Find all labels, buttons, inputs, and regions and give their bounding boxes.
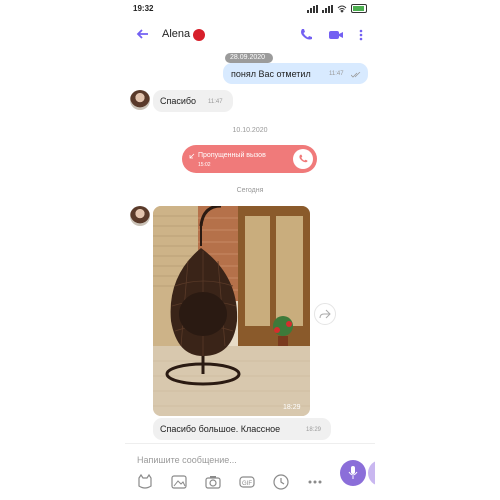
lips-emoji-icon (193, 29, 205, 41)
phone-call-icon[interactable] (299, 28, 313, 42)
outgoing-message[interactable]: понял Вас отметил 11:47 (223, 63, 368, 84)
photo-message[interactable]: 18:29 (153, 206, 310, 416)
microphone-icon (348, 466, 358, 479)
avatar[interactable] (130, 90, 150, 110)
svg-text:GIF: GIF (242, 481, 252, 487)
message-text: Спасибо большое. Классное (160, 424, 281, 434)
signal-icon-2 (322, 4, 333, 13)
date-separator: Сегодня (236, 187, 264, 194)
photo-image (153, 206, 310, 416)
wifi-icon (337, 5, 347, 13)
video-call-icon[interactable] (328, 28, 344, 42)
share-button[interactable] (314, 303, 336, 325)
back-arrow-icon[interactable] (135, 26, 151, 42)
gif-icon[interactable]: GIF (237, 472, 257, 492)
missed-call-bubble[interactable]: Пропущенный вызов 15:02 (182, 145, 317, 173)
battery-icon (351, 4, 367, 13)
message-time: 11:47 (208, 99, 223, 105)
sticker-icon[interactable] (135, 472, 155, 492)
status-bar: 19:32 (125, 0, 375, 18)
missed-call-arrow-icon (189, 153, 195, 159)
contact-name[interactable]: Alena (162, 28, 190, 40)
message-text: Спасибо (160, 96, 197, 106)
call-back-button[interactable] (293, 149, 313, 169)
message-time: 11:47 (329, 71, 344, 77)
input-toolbar: GIF (125, 472, 335, 496)
incoming-message[interactable]: Спасибо большое. Классное 18:29 (153, 418, 331, 440)
phone-icon (299, 154, 308, 163)
date-chip-top: 28.09.2020 (225, 53, 273, 63)
timer-icon[interactable] (271, 472, 291, 492)
more-options-icon[interactable] (305, 472, 325, 492)
more-menu-icon[interactable] (357, 28, 365, 42)
status-icons (307, 4, 367, 13)
date-separator: 10.10.2020 (232, 127, 268, 134)
photo-time: 18:29 (283, 404, 301, 411)
gallery-icon[interactable] (169, 472, 189, 492)
missed-call-time: 15:02 (198, 162, 211, 168)
chat-screen: 19:32 Alena 28.09.2020 понял Вас отметил… (125, 0, 375, 500)
read-check-icon (351, 72, 361, 78)
status-time: 19:32 (133, 4, 154, 13)
voice-message-button[interactable] (340, 460, 366, 486)
share-arrow-icon (319, 309, 331, 319)
incoming-message[interactable]: Спасибо 11:47 (153, 90, 233, 112)
message-time: 18:29 (306, 427, 322, 433)
message-text: понял Вас отметил (231, 69, 311, 79)
secondary-action-button[interactable] (368, 460, 375, 486)
missed-call-text: Пропущенный вызов (198, 152, 266, 159)
camera-icon[interactable] (203, 472, 223, 492)
date-chip-text: 28.09.2020 (230, 54, 266, 61)
chat-header: Alena (125, 20, 375, 50)
message-input[interactable]: Напишите сообщение... (137, 455, 237, 465)
input-divider (125, 443, 375, 444)
avatar[interactable] (130, 206, 150, 226)
signal-icon (307, 4, 318, 13)
